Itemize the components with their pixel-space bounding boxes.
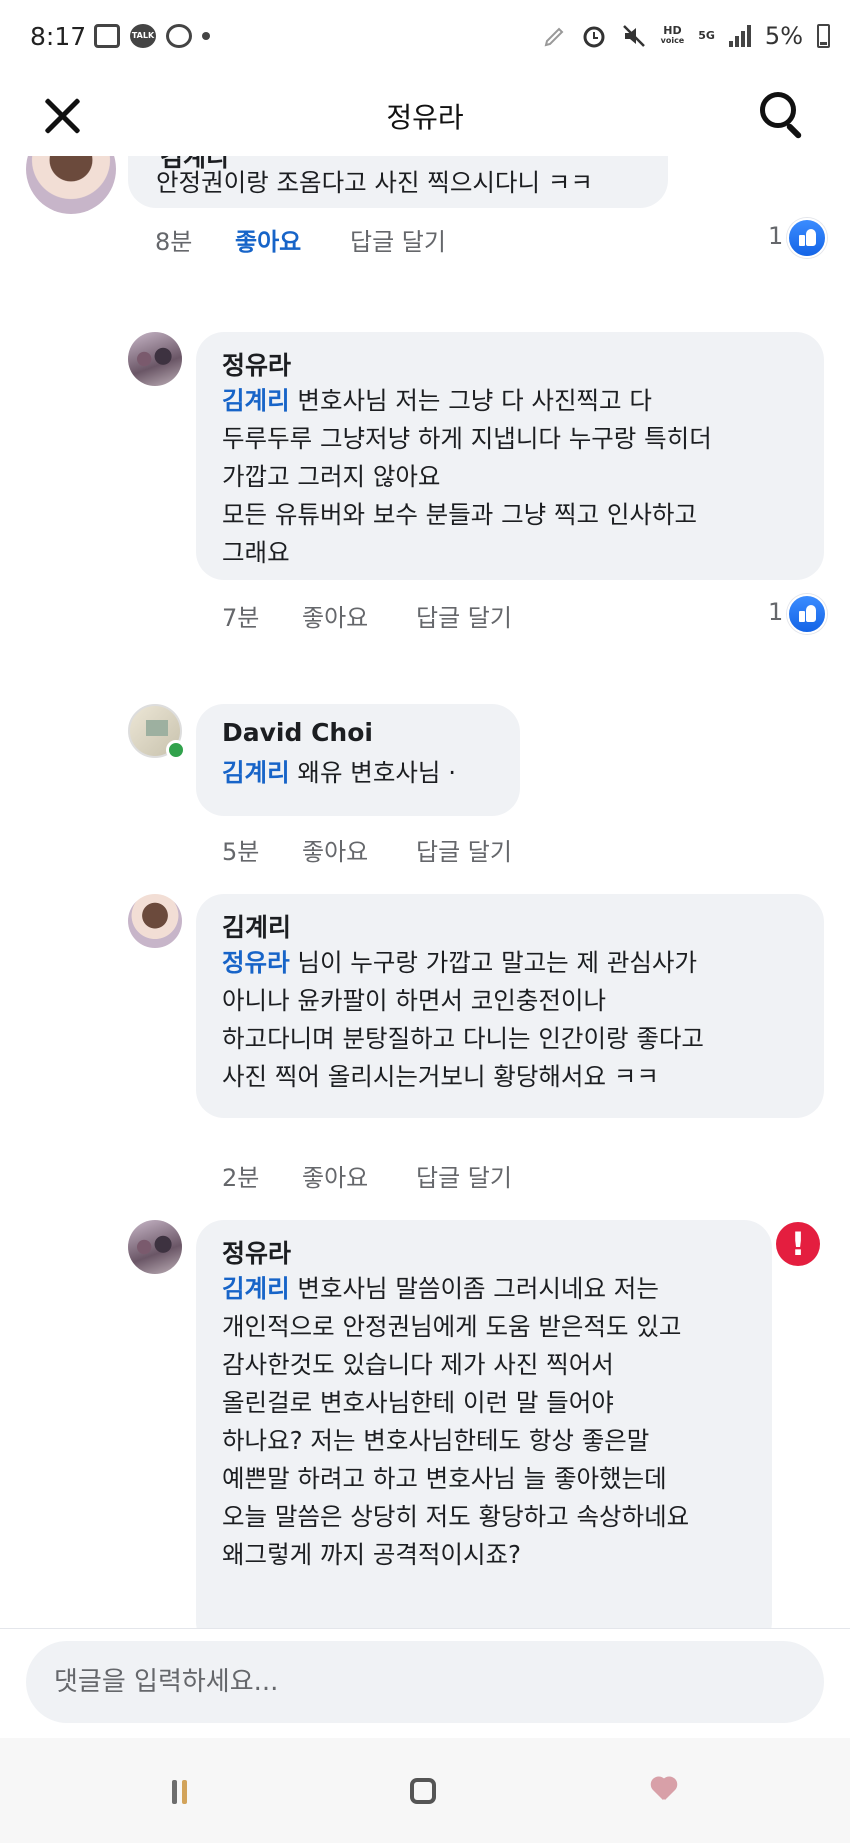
avatar[interactable] [26, 156, 116, 214]
gallery-notification-icon [94, 24, 120, 48]
comment-bubble[interactable]: 정유라 김계리 변호사님 말씀이좀 그러시네요 저는 개인적으로 안정권님에게 … [196, 1220, 772, 1628]
edit-icon [544, 27, 564, 47]
reaction-count: 1 [768, 222, 784, 250]
avatar[interactable] [128, 332, 182, 386]
like-reaction-icon[interactable] [787, 218, 827, 258]
network-5g-icon: 5G [698, 29, 715, 42]
comment-bubble[interactable]: 김계리 안정권이랑 조옴다고 사진 찍으시다니 ㅋㅋ [128, 156, 668, 208]
header: 정유라 [0, 78, 850, 156]
like-button[interactable]: 좋아요 [302, 832, 368, 867]
comment-bubble[interactable]: 김계리 정유라 님이 누구랑 가깝고 말고는 제 관심사가 아니나 윤카팔이 하… [196, 894, 824, 1118]
comment-author[interactable]: 김계리 [222, 908, 291, 944]
comment-text: 안정권이랑 조옴다고 사진 찍으시다니 ㅋㅋ [156, 168, 593, 197]
avatar[interactable] [128, 894, 182, 948]
recent-apps-icon[interactable] [170, 1780, 200, 1804]
comment-bubble[interactable]: David Choi 김계리 왜유 변호사님 · [196, 704, 520, 816]
comment-time: 7분 [222, 604, 260, 632]
notification-icons: TALK [94, 24, 210, 48]
online-status-indicator [166, 740, 186, 760]
reply-button[interactable]: 답글 달기 [350, 222, 446, 257]
comment-composer [0, 1628, 850, 1739]
status-time: 8:17 [30, 22, 87, 51]
back-heart-icon[interactable] [650, 1780, 678, 1804]
comment-bubble[interactable]: 정유라 김계리 변호사님 저는 그냥 다 사진찍고 다 두루두루 그냥저냥 하게… [196, 332, 824, 580]
mention-link[interactable]: 김계리 [222, 386, 290, 415]
page-title: 정유라 [386, 101, 464, 134]
comment-author[interactable]: 정유라 [222, 346, 291, 382]
like-button[interactable]: 좋아요 [302, 1158, 368, 1193]
like-button[interactable]: 좋아요 [235, 222, 301, 257]
reaction-count: 1 [768, 598, 784, 626]
avatar[interactable] [128, 1220, 182, 1274]
comment-text: 김계리 변호사님 저는 그냥 다 사진찍고 다 두루두루 그냥저냥 하게 지냅니… [222, 386, 712, 567]
comment-time: 8분 [155, 228, 193, 256]
mute-icon [622, 25, 645, 47]
status-bar: 8:17 TALK HD voice 5G 5% [0, 0, 850, 78]
home-icon[interactable] [410, 1778, 436, 1804]
like-reaction-icon[interactable] [787, 594, 827, 634]
comment-author[interactable]: 정유라 [222, 1234, 291, 1270]
signal-icon [728, 25, 751, 47]
battery-percent: 5% [764, 22, 803, 50]
search-icon[interactable] [758, 90, 810, 142]
system-navigation-bar [0, 1738, 850, 1843]
system-status-icons: HD voice 5G 5% [543, 22, 830, 50]
alarm-icon [583, 26, 605, 48]
reply-button[interactable]: 답글 달기 [416, 598, 512, 633]
threads-notification-icon [166, 24, 192, 48]
comment-time: 2분 [222, 1164, 260, 1192]
mention-link[interactable]: 김계리 [222, 1274, 290, 1303]
error-alert-icon[interactable]: ! [776, 1222, 820, 1266]
hd-voice-icon: HD voice [660, 24, 685, 45]
more-notifications-dot-icon [202, 32, 210, 40]
reply-button[interactable]: 답글 달기 [416, 832, 512, 867]
comment-author[interactable]: David Choi [222, 718, 373, 747]
battery-icon [817, 24, 830, 48]
mention-link[interactable]: 김계리 [222, 758, 290, 787]
kakaotalk-notification-icon: TALK [130, 24, 156, 48]
like-button[interactable]: 좋아요 [302, 598, 368, 633]
mention-link[interactable]: 정유라 [222, 948, 290, 977]
reply-button[interactable]: 답글 달기 [416, 1158, 512, 1193]
comment-text: 김계리 변호사님 말씀이좀 그러시네요 저는 개인적으로 안정권님에게 도움 받… [222, 1274, 690, 1569]
comment-time: 5분 [222, 838, 260, 866]
comment-text: 정유라 님이 누구랑 가깝고 말고는 제 관심사가 아니나 윤카팔이 하면서 코… [222, 948, 704, 1091]
comment-input[interactable] [26, 1641, 824, 1723]
comment-text: 김계리 왜유 변호사님 · [222, 758, 457, 787]
comment-list[interactable]: 김계리 안정권이랑 조옴다고 사진 찍으시다니 ㅋㅋ 8분 좋아요 답글 달기 … [0, 156, 850, 1628]
